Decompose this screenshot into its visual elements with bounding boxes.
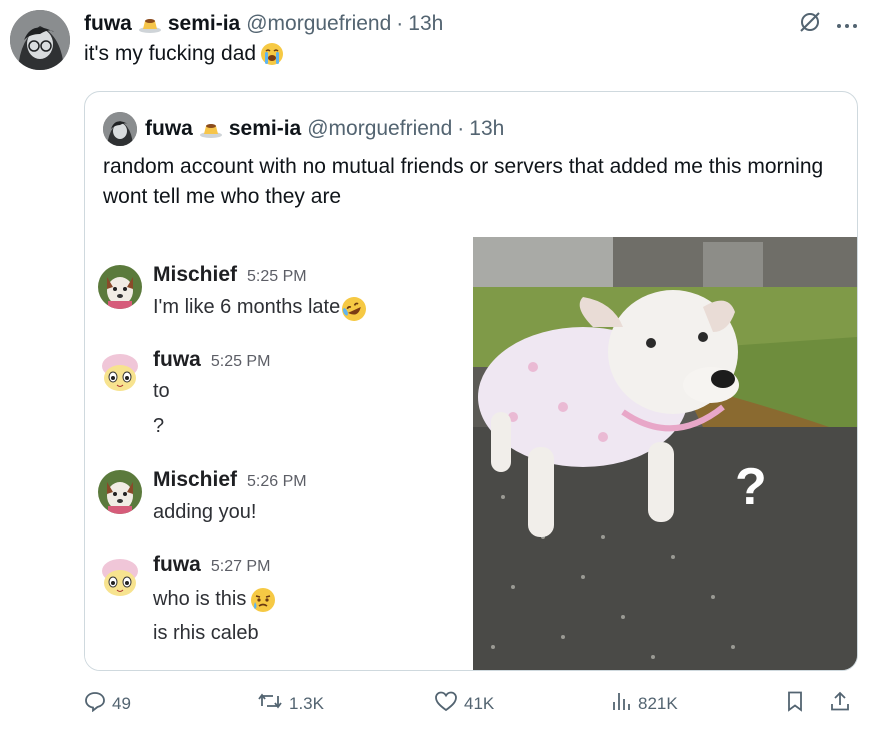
message-author-name[interactable]: fuwa [153, 553, 201, 577]
tweet-text: it's my fucking dad [84, 42, 257, 65]
quoted-author-handle[interactable]: @morguefriend [307, 117, 452, 141]
message-line: who is this [153, 587, 276, 612]
share-button[interactable] [829, 690, 851, 717]
tweet-timestamp[interactable]: 13h [408, 12, 443, 36]
mischief-avatar [98, 470, 142, 514]
tweet-top-actions [798, 10, 858, 39]
analytics-icon [610, 690, 632, 717]
bookmark-icon [784, 690, 806, 717]
repost-count: 1.3K [289, 693, 324, 713]
dog-photo[interactable]: ? [473, 237, 857, 670]
chat-screenshot[interactable]: Mischief 5:25 PM I'm like 6 months late … [85, 237, 473, 670]
sad-but-relieved-face-icon [250, 587, 276, 612]
message-line: is rhis caleb [153, 622, 259, 645]
tweet-header: fuwa semi-ia @morguefriend · 13h [84, 10, 443, 38]
author-handle[interactable]: @morguefriend [246, 12, 391, 36]
more-icon[interactable] [836, 16, 858, 34]
reply-button[interactable]: 49 [84, 690, 131, 717]
author-avatar[interactable] [10, 10, 70, 70]
repost-icon [257, 690, 283, 717]
quoted-author-name[interactable]: fuwa [145, 117, 193, 141]
message-author-name[interactable]: Mischief [153, 468, 237, 492]
message-line: I'm like 6 months late [153, 295, 367, 321]
reply-count: 49 [112, 693, 131, 713]
custard-pudding-icon [199, 117, 223, 141]
message-text: ? [153, 415, 165, 437]
views-button[interactable]: 821K [610, 690, 678, 717]
message-author: Mischief 5:25 PM [153, 263, 307, 287]
bookmark-button[interactable] [784, 690, 806, 717]
share-icon [829, 690, 851, 717]
message-line: adding you! [153, 501, 256, 524]
message-text: who is this [153, 587, 247, 610]
message-author: fuwa 5:27 PM [153, 553, 270, 577]
repost-button[interactable]: 1.3K [257, 690, 324, 717]
fuwa-avatar [98, 555, 142, 599]
message-line: ? [153, 415, 164, 438]
fuwa-avatar [98, 350, 142, 394]
quoted-tweet[interactable]: fuwa semi-ia @morguefriend · 13h random … [84, 91, 858, 671]
message-text: is rhis caleb [153, 622, 259, 644]
quoted-tweet-text: random account with no mutual friends or… [103, 155, 824, 208]
quoted-tweet-timestamp[interactable]: 13h [469, 117, 504, 141]
message-text: I'm like 6 months late [153, 295, 341, 318]
custard-pudding-icon [138, 12, 162, 36]
tweet-text-container: it's my fucking dad [84, 42, 284, 66]
question-mark-overlay: ? [735, 458, 767, 516]
message-author: fuwa 5:25 PM [153, 348, 270, 372]
tweet-action-bar: 49 1.3K 41K 821K [84, 690, 860, 720]
rolling-on-floor-laughing-icon [340, 295, 367, 321]
message-time: 5:26 PM [247, 473, 307, 490]
views-count: 821K [638, 693, 678, 713]
author-name-suffix: semi-ia [167, 12, 241, 35]
message-text: adding you! [153, 501, 257, 523]
heart-icon [434, 690, 458, 717]
reply-icon [84, 690, 106, 717]
message-author-name[interactable]: Mischief [153, 263, 237, 287]
mischief-avatar [98, 265, 142, 309]
quoted-author-avatar[interactable] [103, 112, 137, 146]
quoted-header-separator: · [457, 117, 465, 140]
message-time: 5:25 PM [210, 353, 271, 370]
message-time: 5:27 PM [210, 558, 271, 575]
message-author-name[interactable]: fuwa [153, 348, 201, 372]
like-count: 41K [464, 693, 495, 713]
quoted-tweet-header: fuwa semi-ia @morguefriend · 13h [145, 114, 504, 144]
loudly-crying-face-icon [260, 42, 284, 66]
quoted-author-name-suffix: semi-ia [228, 117, 302, 140]
message-time: 5:25 PM [247, 268, 307, 285]
author-name[interactable]: fuwa [84, 12, 132, 36]
message-line: to [153, 380, 170, 403]
grok-icon[interactable] [798, 10, 822, 39]
like-button[interactable]: 41K [434, 690, 494, 717]
message-author: Mischief 5:26 PM [153, 468, 307, 492]
header-separator: · [396, 12, 404, 35]
message-text: to [153, 380, 170, 402]
